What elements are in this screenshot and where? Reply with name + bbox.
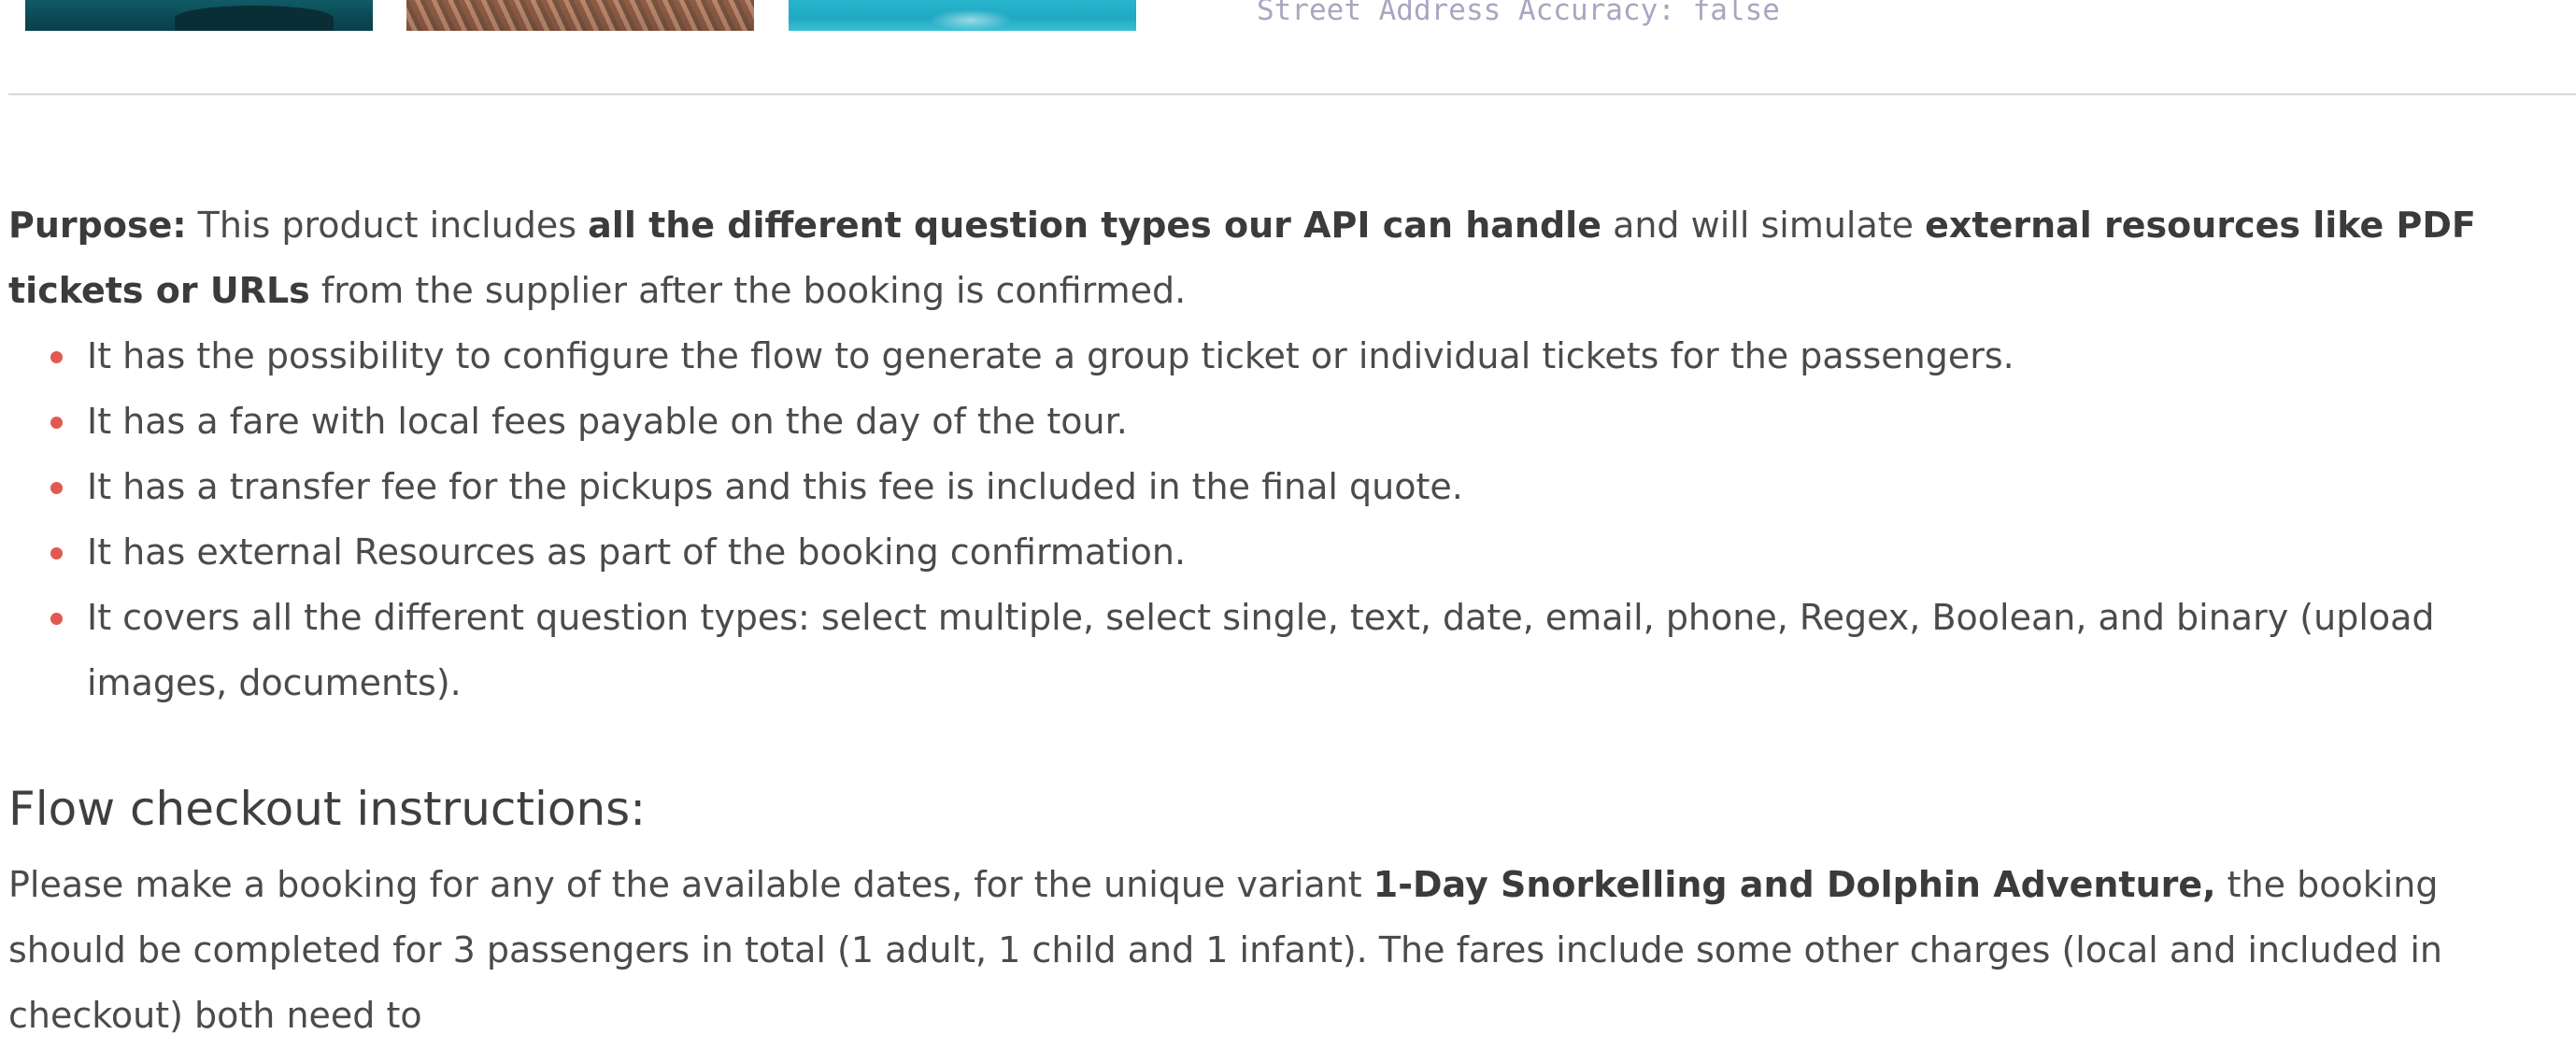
purpose-label: Purpose: <box>8 205 187 246</box>
checkout-paragraph: Please make a booking for any of the ava… <box>8 852 2550 1048</box>
list-item: It covers all the different question typ… <box>50 585 2550 715</box>
purpose-text-1: This product includes <box>186 205 589 246</box>
lagoon-photo[interactable] <box>789 0 1136 31</box>
purpose-text-2: and will simulate <box>1601 205 1926 246</box>
list-item: It has external Resources as part of the… <box>50 519 2550 585</box>
sea-boat-photo[interactable] <box>25 0 373 31</box>
section-divider <box>8 93 2576 95</box>
checkout-heading: Flow checkout instructions: <box>8 782 647 836</box>
purpose-bold-1: all the different question types our API… <box>588 205 1601 246</box>
list-item: It has a transfer fee for the pickups an… <box>50 454 2550 519</box>
list-item: It has the possibility to configure the … <box>50 323 2550 389</box>
purpose-paragraph: Purpose: This product includes all the d… <box>8 192 2550 323</box>
checkout-variant-name: 1-Day Snorkelling and Dolphin Adventure, <box>1373 864 2216 905</box>
coral-reef-photo[interactable] <box>406 0 754 31</box>
photo-gallery-strip: Street Address Accuracy: false <box>0 0 2576 93</box>
feature-list: It has the possibility to configure the … <box>8 323 2550 715</box>
product-description: Purpose: This product includes all the d… <box>8 192 2550 1048</box>
street-address-accuracy: Street Address Accuracy: false <box>1257 0 1780 27</box>
list-item: It has a fare with local fees payable on… <box>50 389 2550 454</box>
checkout-text-1: Please make a booking for any of the ava… <box>8 864 1373 905</box>
purpose-text-3: from the supplier after the booking is c… <box>309 270 1187 311</box>
